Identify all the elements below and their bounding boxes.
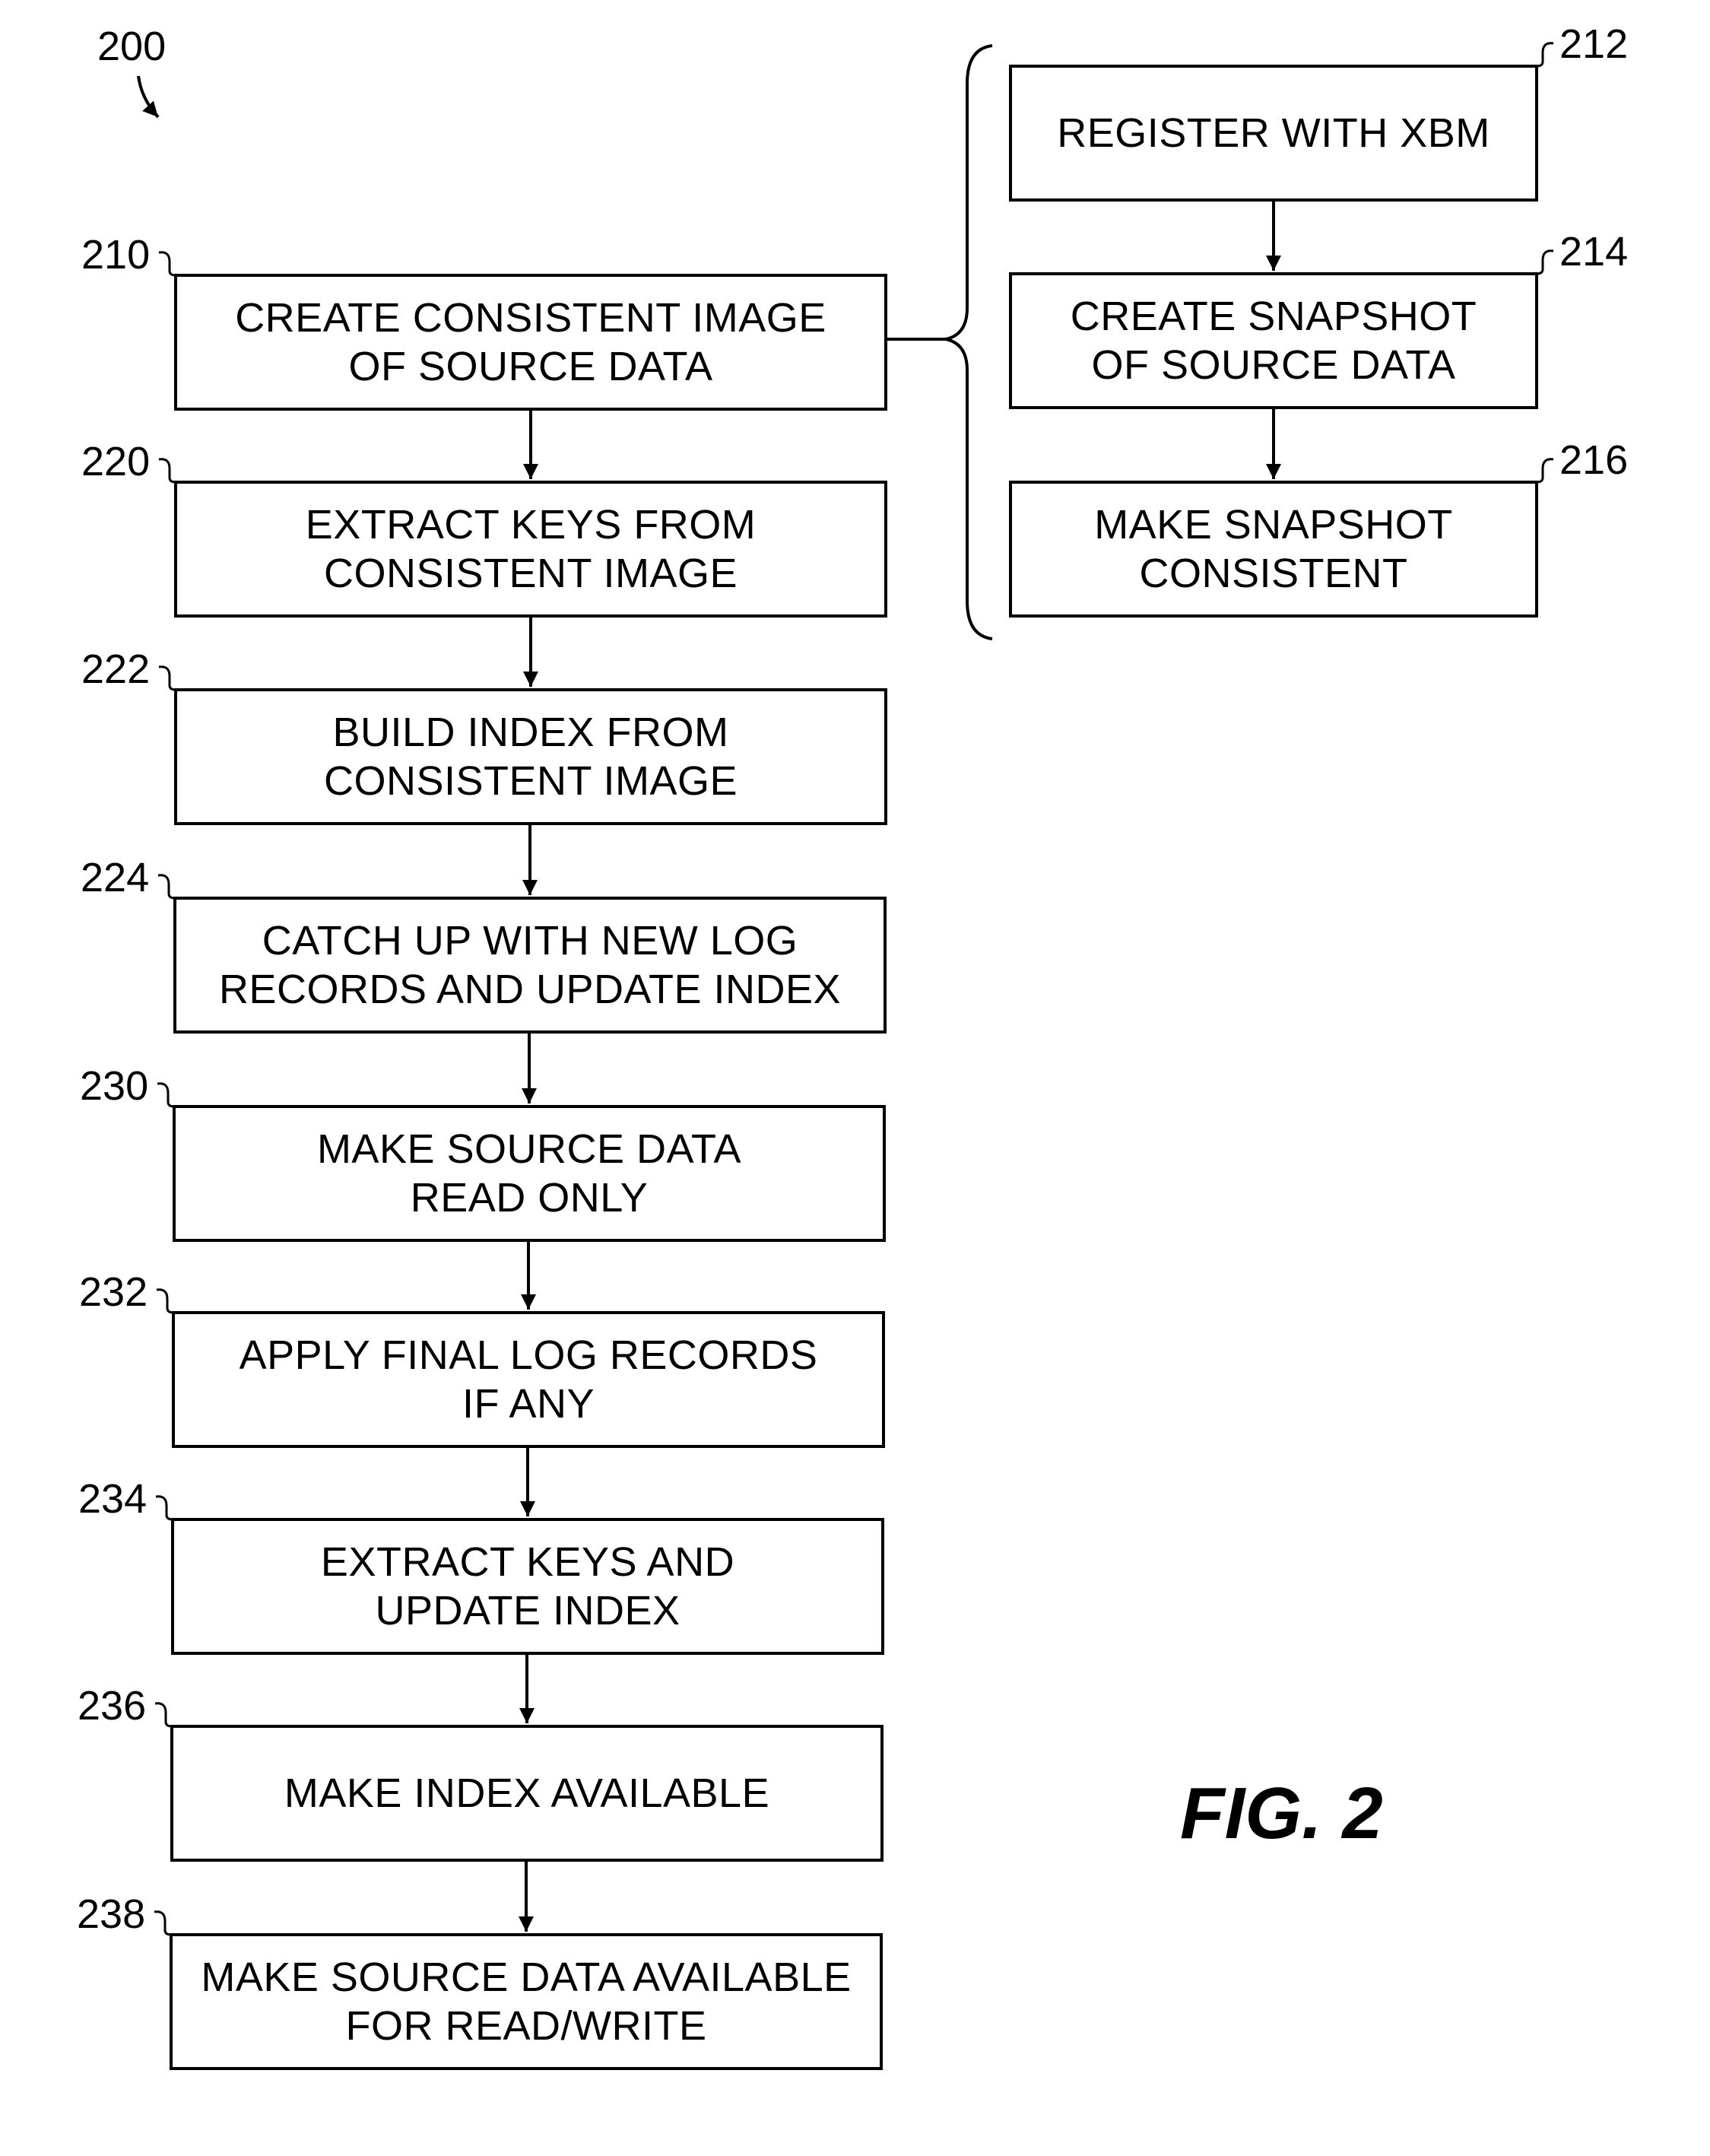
step-text: EXTRACT KEYS AND UPDATE INDEX bbox=[320, 1539, 735, 1634]
substep-ref-label: 216 bbox=[1559, 437, 1629, 483]
step-ref-label: 236 bbox=[78, 1683, 147, 1729]
substep-box-216: MAKE SNAPSHOT CONSISTENT bbox=[1009, 481, 1538, 618]
ref-leader-line bbox=[157, 874, 176, 900]
ref-leader-line bbox=[158, 458, 176, 484]
substep-ref-label: 212 bbox=[1559, 21, 1629, 67]
step-ref-label: 232 bbox=[79, 1269, 148, 1315]
step-box-238: MAKE SOURCE DATA AVAILABLE FOR READ/WRIT… bbox=[170, 1933, 883, 2070]
ref-leader-line bbox=[1536, 458, 1554, 484]
step-text: CREATE CONSISTENT IMAGE OF SOURCE DATA bbox=[235, 295, 826, 389]
step-text: APPLY FINAL LOG RECORDS IF ANY bbox=[239, 1332, 818, 1427]
step-text: MAKE SOURCE DATA AVAILABLE FOR READ/WRIT… bbox=[201, 1954, 852, 2049]
ref-leader-line bbox=[158, 665, 176, 691]
substep-box-212: REGISTER WITH XBM bbox=[1009, 65, 1538, 202]
step-ref-label: 220 bbox=[81, 439, 151, 484]
ref-leader-line bbox=[156, 1288, 174, 1314]
ref-leader-line bbox=[154, 1910, 172, 1936]
step-box-236: MAKE INDEX AVAILABLE bbox=[170, 1725, 884, 1862]
figure-ref-label: 200 bbox=[97, 24, 167, 69]
figure-ref-arrow bbox=[137, 75, 160, 119]
ref-leader-line bbox=[157, 1082, 175, 1108]
step-text: CATCH UP WITH NEW LOG RECORDS AND UPDATE… bbox=[218, 918, 842, 1012]
substep-box-214: CREATE SNAPSHOT OF SOURCE DATA bbox=[1009, 272, 1538, 409]
step-ref-label: 224 bbox=[81, 855, 150, 900]
ref-leader-line bbox=[1536, 249, 1554, 275]
substep-text: CREATE SNAPSHOT OF SOURCE DATA bbox=[1070, 294, 1477, 388]
ref-leader-line bbox=[1536, 42, 1554, 68]
step-ref-label: 230 bbox=[80, 1063, 149, 1109]
step-ref-label: 222 bbox=[81, 646, 151, 692]
step-ref-label: 238 bbox=[77, 1891, 146, 1937]
step-box-232: APPLY FINAL LOG RECORDS IF ANY bbox=[172, 1311, 885, 1448]
step-ref-label: 210 bbox=[81, 232, 151, 278]
step-box-222: BUILD INDEX FROM CONSISTENT IMAGE bbox=[174, 688, 887, 825]
substep-ref-label: 214 bbox=[1559, 229, 1629, 275]
ref-leader-line bbox=[158, 251, 176, 277]
step-text: EXTRACT KEYS FROM CONSISTENT IMAGE bbox=[305, 502, 757, 596]
substep-text: MAKE SNAPSHOT CONSISTENT bbox=[1094, 502, 1453, 596]
step-box-210: CREATE CONSISTENT IMAGE OF SOURCE DATA bbox=[174, 274, 887, 411]
step-box-224: CATCH UP WITH NEW LOG RECORDS AND UPDATE… bbox=[173, 897, 887, 1034]
step-text: MAKE INDEX AVAILABLE bbox=[284, 1770, 770, 1816]
step-ref-label: 234 bbox=[78, 1476, 148, 1522]
substep-text: REGISTER WITH XBM bbox=[1057, 110, 1490, 156]
ref-leader-line bbox=[155, 1495, 173, 1521]
step-box-230: MAKE SOURCE DATA READ ONLY bbox=[173, 1105, 886, 1242]
sub-process-brace bbox=[945, 44, 993, 640]
step-text: BUILD INDEX FROM CONSISTENT IMAGE bbox=[323, 710, 738, 804]
ref-leader-line bbox=[154, 1702, 173, 1728]
figure-caption: FIG. 2 bbox=[1180, 1773, 1383, 1854]
step-box-234: EXTRACT KEYS AND UPDATE INDEX bbox=[171, 1518, 884, 1655]
step-text: MAKE SOURCE DATA READ ONLY bbox=[316, 1126, 742, 1221]
step-box-220: EXTRACT KEYS FROM CONSISTENT IMAGE bbox=[174, 481, 887, 618]
